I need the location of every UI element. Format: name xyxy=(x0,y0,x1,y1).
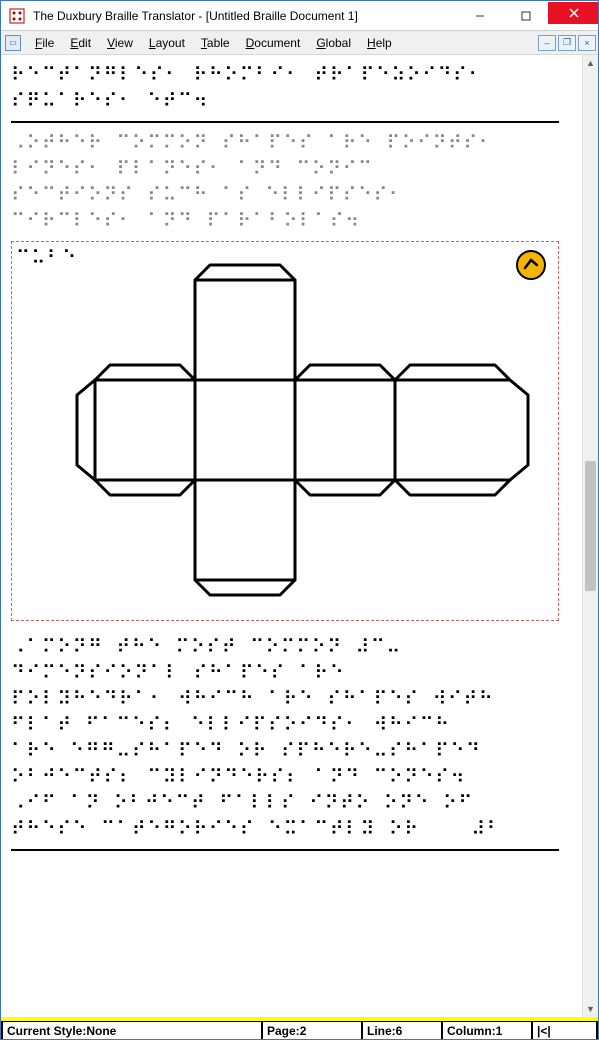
scroll-up-button[interactable]: ▲ xyxy=(583,55,598,71)
mdi-close-button[interactable]: × xyxy=(578,35,596,51)
menu-layout[interactable]: Layout xyxy=(141,33,193,53)
menu-file[interactable]: File xyxy=(27,33,62,53)
menu-bar: ▭ File Edit View Layout Table Document G… xyxy=(1,31,598,55)
scrollbar-track[interactable] xyxy=(583,71,598,1001)
menu-help[interactable]: Help xyxy=(359,33,400,53)
document-view[interactable]: ⠗⠑⠉⠞⠁⠝⠛⠇⠑⠎⠂ ⠗⠓⠕⠍⠃⠊⠂ ⠞⠗⠁⠏⠑⠵⠕⠊⠙⠎⠂ ⠎⠟⠥⠁⠗⠑⠎⠂… xyxy=(1,55,582,1017)
mdi-document-icon[interactable]: ▭ xyxy=(5,35,21,51)
braille-line: ⠙⠊⠍⠑⠝⠎⠊⠕⠝⠁⠇ ⠎⠓⠁⠏⠑⠎ ⠁⠗⠑ xyxy=(11,661,572,687)
braille-line: ⠞⠓⠑⠎⠑ ⠉⠁⠞⠑⠛⠕⠗⠊⠑⠎ ⠑⠭⠁⠉⠞⠇⠽ ⠕⠗ ⠼⠃ xyxy=(11,817,572,843)
window-title: The Duxbury Braille Translator - [Untitl… xyxy=(31,9,456,23)
mdi-restore-button[interactable]: ❐ xyxy=(558,35,576,51)
status-page: Page:2 xyxy=(263,1022,363,1039)
status-style: Current Style: None xyxy=(1,1022,263,1039)
minimize-button[interactable] xyxy=(456,5,502,27)
braille-line: ⠠⠊⠋ ⠁⠝ ⠕⠃⠚⠑⠉⠞ ⠋⠁⠇⠇⠎ ⠊⠝⠞⠕ ⠕⠝⠑ ⠕⠋ xyxy=(11,791,572,817)
maximize-button[interactable] xyxy=(502,5,548,27)
braille-line: ⠋⠇⠁⠞ ⠋⠁⠉⠑⠎⠆ ⠑⠇⠇⠊⠏⠎⠕⠊⠙⠎⠂ ⠺⠓⠊⠉⠓ xyxy=(11,713,572,739)
menu-global[interactable]: Global xyxy=(308,33,359,53)
menu-edit[interactable]: Edit xyxy=(62,33,99,53)
horizontal-rule xyxy=(11,121,559,123)
status-keys: |<| xyxy=(533,1022,598,1039)
status-bar: Current Style: None Page:2 Line:6 Column… xyxy=(1,1017,598,1039)
horizontal-rule xyxy=(11,849,559,851)
cube-net-graphic xyxy=(50,260,540,610)
braille-line: ⠠⠁⠍⠕⠝⠛ ⠞⠓⠑ ⠍⠕⠎⠞ ⠉⠕⠍⠍⠕⠝ ⠼⠉⠤ xyxy=(11,635,572,661)
scroll-down-button[interactable]: ▼ xyxy=(583,1001,598,1017)
mdi-minimize-button[interactable]: – xyxy=(538,35,556,51)
braille-line: ⠇⠊⠝⠑⠎⠂ ⠏⠇⠁⠝⠑⠎⠂ ⠁⠝⠙ ⠉⠕⠝⠊⠉ xyxy=(11,157,572,183)
menu-view[interactable]: View xyxy=(99,33,141,53)
braille-line: ⠏⠕⠇⠽⠓⠑⠙⠗⠁⠂ ⠺⠓⠊⠉⠓ ⠁⠗⠑ ⠎⠓⠁⠏⠑⠎ ⠺⠊⠞⠓ xyxy=(11,687,572,713)
braille-line: ⠕⠃⠚⠑⠉⠞⠎⠆ ⠉⠽⠇⠊⠝⠙⠑⠗⠎⠆ ⠁⠝⠙ ⠉⠕⠝⠑⠎⠲ xyxy=(11,765,572,791)
embedded-image-box[interactable]: ⠉⠥⠃⠑ xyxy=(11,241,559,621)
vertical-scrollbar[interactable]: ▲ ▼ xyxy=(582,55,598,1017)
status-column: Column:1 xyxy=(443,1022,533,1039)
braille-line: ⠎⠟⠥⠁⠗⠑⠎⠂ ⠑⠞⠉⠲ xyxy=(11,89,572,115)
menu-document[interactable]: Document xyxy=(238,33,309,53)
title-bar: The Duxbury Braille Translator - [Untitl… xyxy=(1,1,598,31)
braille-line: ⠉⠊⠗⠉⠇⠑⠎⠂ ⠁⠝⠙ ⠏⠁⠗⠁⠃⠕⠇⠁⠎⠲ xyxy=(11,209,572,235)
close-button[interactable] xyxy=(548,2,598,24)
client-area: ⠗⠑⠉⠞⠁⠝⠛⠇⠑⠎⠂ ⠗⠓⠕⠍⠃⠊⠂ ⠞⠗⠁⠏⠑⠵⠕⠊⠙⠎⠂ ⠎⠟⠥⠁⠗⠑⠎⠂… xyxy=(1,55,598,1039)
menu-table[interactable]: Table xyxy=(193,33,238,53)
braille-line: ⠁⠗⠑ ⠑⠛⠛⠤⠎⠓⠁⠏⠑⠙ ⠕⠗ ⠎⠏⠓⠑⠗⠑⠤⠎⠓⠁⠏⠑⠙ xyxy=(11,739,572,765)
status-line: Line:6 xyxy=(363,1022,443,1039)
braille-line: ⠠⠕⠞⠓⠑⠗ ⠉⠕⠍⠍⠕⠝ ⠎⠓⠁⠏⠑⠎ ⠁⠗⠑ ⠏⠕⠊⠝⠞⠎⠂ xyxy=(11,131,572,157)
braille-line: ⠎⠑⠉⠞⠊⠕⠝⠎ ⠎⠥⠉⠓ ⠁⠎ ⠑⠇⠇⠊⠏⠎⠑⠎⠂ xyxy=(11,183,572,209)
scrollbar-thumb[interactable] xyxy=(585,461,596,591)
braille-line: ⠗⠑⠉⠞⠁⠝⠛⠇⠑⠎⠂ ⠗⠓⠕⠍⠃⠊⠂ ⠞⠗⠁⠏⠑⠵⠕⠊⠙⠎⠂ xyxy=(11,63,572,89)
app-icon xyxy=(9,8,25,24)
